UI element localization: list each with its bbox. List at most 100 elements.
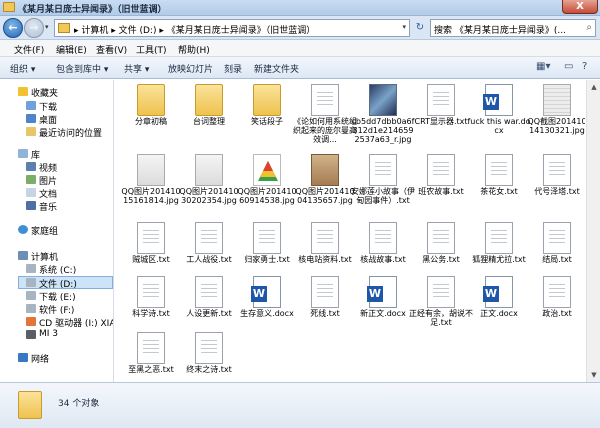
- file-item[interactable]: 正文.docx: [467, 276, 531, 336]
- file-item[interactable]: 黑公务.txt: [409, 222, 473, 282]
- share-button[interactable]: 共享 ▾: [124, 62, 149, 75]
- file-item[interactable]: 狐狸精尤拉.txt: [467, 222, 531, 282]
- menu-bar: 文件(F) 编辑(E) 查看(V) 工具(T) 帮助(H): [0, 40, 600, 57]
- text-file-icon: [253, 222, 281, 254]
- file-list: 分章初稿 台词整理 笑话段子 《论如何用系统组织起来的庞尔曼高效调... cb5…: [115, 80, 585, 382]
- organize-button[interactable]: 组织 ▾: [10, 62, 35, 75]
- file-item[interactable]: 茶花女.txt: [467, 154, 531, 214]
- file-item[interactable]: QQ截图20141014130321.jpg: [525, 84, 585, 144]
- file-item[interactable]: 人设更新.txt: [177, 276, 241, 336]
- text-file-icon: [137, 332, 165, 364]
- file-item[interactable]: 工人战役.txt: [177, 222, 241, 282]
- text-file-icon: [427, 222, 455, 254]
- preview-pane-icon[interactable]: ▭: [564, 61, 573, 72]
- music-library-icon: [26, 201, 36, 210]
- file-item[interactable]: 正经有余，胡说不足.txt: [409, 276, 473, 336]
- address-path[interactable]: ▸ 计算机 ▸ 文件 (D:) ▸ 《某月某日庞士异闻录》（旧世蓝调）: [74, 23, 315, 36]
- document-library-icon: [26, 188, 36, 197]
- file-item[interactable]: QQ图片20141004135657.jpg: [293, 154, 357, 214]
- file-item[interactable]: 结局.txt: [525, 222, 585, 282]
- drive-icon: [26, 278, 36, 287]
- file-item[interactable]: CRT显示器.txt: [409, 84, 473, 144]
- file-item[interactable]: fuck this war.docx: [467, 84, 531, 144]
- file-item[interactable]: QQ图片20141015161814.jpg: [119, 154, 183, 214]
- word-document-icon: [251, 276, 281, 308]
- file-item[interactable]: 归家勇士.txt: [235, 222, 299, 282]
- text-file-icon: [543, 154, 571, 186]
- folder-icon: [18, 391, 42, 419]
- menu-edit[interactable]: 编辑(E): [56, 43, 87, 56]
- text-file-icon: [195, 222, 223, 254]
- address-dropdown-icon[interactable]: ▾: [402, 23, 406, 31]
- file-item[interactable]: QQ图片20141030202354.jpg: [177, 154, 241, 214]
- include-in-library-button[interactable]: 包含到库中 ▾: [56, 62, 108, 75]
- text-file-icon: [195, 332, 223, 364]
- file-item[interactable]: 台词整理: [177, 84, 241, 144]
- file-item[interactable]: 政治.txt: [525, 276, 585, 336]
- new-folder-button[interactable]: 新建文件夹: [254, 62, 299, 75]
- text-file-icon: [427, 84, 455, 116]
- file-item[interactable]: 核电站资料.txt: [293, 222, 357, 282]
- cd-drive-icon: [26, 317, 36, 326]
- file-item[interactable]: 贼城区.txt: [119, 222, 183, 282]
- menu-view[interactable]: 查看(V): [96, 43, 127, 56]
- back-button[interactable]: ←: [3, 18, 23, 38]
- refresh-button[interactable]: ↻: [412, 19, 428, 37]
- navigation-pane: 收藏夹 下载 桌面 最近访问的位置 库 视频 图片 文档 音乐 家庭组 计算机: [0, 80, 114, 382]
- picture-library-icon: [26, 175, 36, 184]
- recent-places-icon: [26, 127, 36, 136]
- file-item[interactable]: 生存意义.docx: [235, 276, 299, 336]
- library-icon: [18, 149, 28, 158]
- menu-help[interactable]: 帮助(H): [178, 43, 210, 56]
- homegroup-icon: [18, 225, 28, 234]
- search-icon[interactable]: ⌕: [586, 22, 592, 33]
- file-item[interactable]: 核战故事.txt: [351, 222, 415, 282]
- network-icon: [18, 353, 28, 362]
- scroll-down-icon[interactable]: ▼: [588, 369, 600, 381]
- title-bar: 《某月某日庞士异闻录》（旧世蓝调） X: [0, 0, 600, 16]
- word-document-icon: [483, 84, 513, 116]
- download-folder-icon: [26, 101, 36, 110]
- close-button[interactable]: X: [562, 0, 598, 14]
- vertical-scrollbar[interactable]: ▲ ▼: [586, 80, 600, 382]
- folder-icon: [253, 84, 281, 116]
- file-item[interactable]: 至黑之恶.txt: [119, 332, 183, 382]
- file-item[interactable]: 安娜莲小故事（伊甸园事件）.txt: [351, 154, 415, 214]
- file-item[interactable]: 《论如何用系统组织起来的庞尔曼高效调...: [293, 84, 357, 144]
- history-dropdown-icon[interactable]: ▾: [45, 23, 49, 31]
- text-file-icon: [369, 222, 397, 254]
- help-icon[interactable]: ?: [582, 61, 587, 72]
- slideshow-button[interactable]: 放映幻灯片: [168, 62, 213, 75]
- desktop-icon: [26, 114, 36, 123]
- search-placeholder: 搜索 《某月某日庞士异闻录》(...: [434, 26, 566, 36]
- file-item[interactable]: 分章初稿: [119, 84, 183, 144]
- text-file-icon: [543, 276, 571, 308]
- file-item[interactable]: 班农故事.txt: [409, 154, 473, 214]
- file-item[interactable]: 科学诗.txt: [119, 276, 183, 336]
- folder-icon: [195, 84, 223, 116]
- text-file-icon: [485, 222, 513, 254]
- command-toolbar: 组织 ▾ 包含到库中 ▾ 共享 ▾ 放映幻灯片 刻录 新建文件夹 ▦▾ ▭ ?: [0, 57, 600, 79]
- phone-icon: [26, 330, 36, 339]
- scroll-up-icon[interactable]: ▲: [588, 81, 600, 93]
- text-file-icon: [137, 276, 165, 308]
- file-item[interactable]: cb5dd7dbb0a6f312d1e2146592537a63_r.jpg: [351, 84, 415, 144]
- computer-icon: [18, 251, 28, 260]
- window-title: 《某月某日庞士异闻录》（旧世蓝调）: [18, 5, 167, 15]
- search-input[interactable]: 搜索 《某月某日庞士异闻录》(... ⌕: [430, 19, 596, 37]
- file-item[interactable]: 终末之诗.txt: [177, 332, 241, 382]
- star-icon: [18, 87, 28, 96]
- file-item[interactable]: 笑话段子: [235, 84, 299, 144]
- menu-tools[interactable]: 工具(T): [136, 43, 167, 56]
- item-count: 34 个对象: [58, 399, 100, 409]
- address-bar[interactable]: ▸ 计算机 ▸ 文件 (D:) ▸ 《某月某日庞士异闻录》（旧世蓝调） ▾: [54, 19, 410, 37]
- forward-button[interactable]: →: [24, 18, 44, 38]
- file-item[interactable]: QQ图片20141060914538.jpg: [235, 154, 299, 214]
- file-item[interactable]: 代号泽塔.txt: [525, 154, 585, 214]
- view-options-icon[interactable]: ▦▾: [536, 61, 550, 72]
- menu-file[interactable]: 文件(F): [14, 43, 44, 56]
- file-item[interactable]: 新正文.docx: [351, 276, 415, 336]
- file-item[interactable]: 死线.txt: [293, 276, 357, 336]
- burn-button[interactable]: 刻录: [224, 62, 242, 75]
- image-thumbnail-icon: [369, 84, 397, 116]
